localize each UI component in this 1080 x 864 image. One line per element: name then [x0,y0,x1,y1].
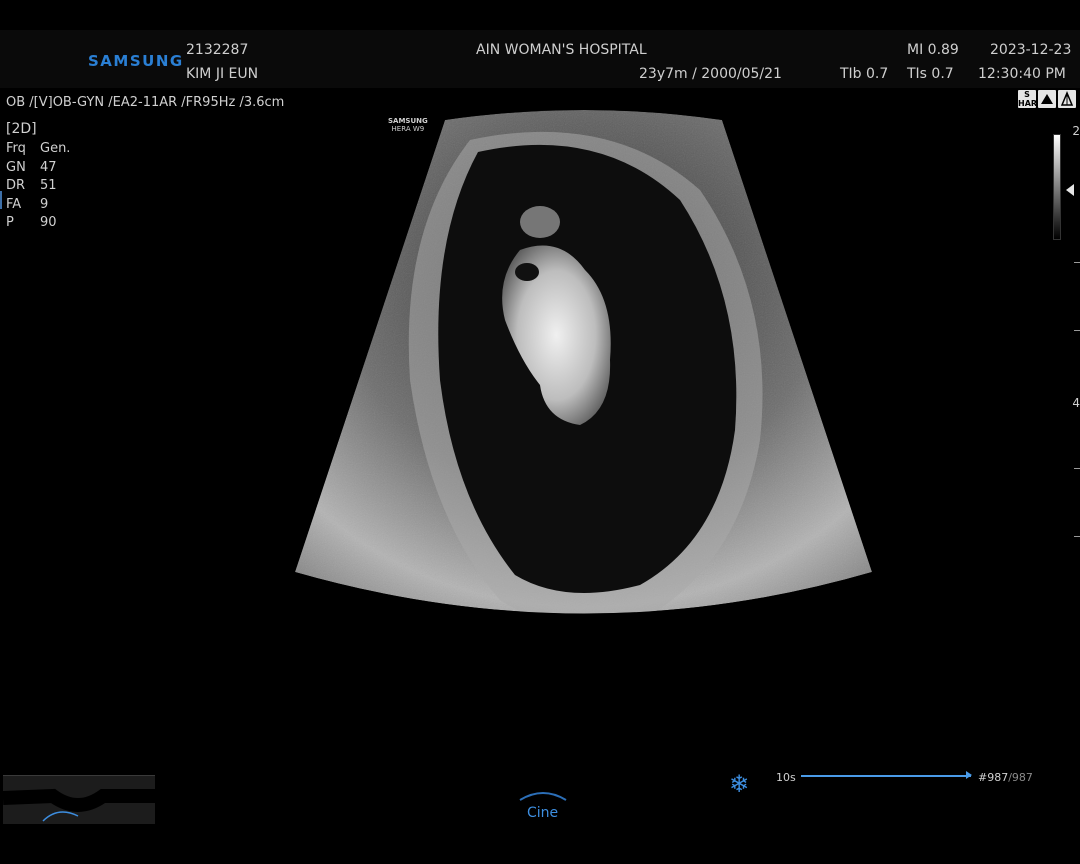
focus-marker-icon[interactable] [1066,184,1074,196]
ultrasound-image[interactable] [0,0,1080,864]
thumbnail-curve [3,788,155,822]
cine-frame-total: /987 [1008,771,1033,784]
depth-label-mid: 4 [1072,396,1080,410]
depth-tick [1074,330,1080,331]
freeze-snowflake-icon[interactable]: ❄ [729,772,749,796]
cine-frame-current: #987 [978,771,1009,784]
cine-progress-fill [801,775,971,777]
depth-tick [1074,262,1080,263]
cine-progress-bar[interactable] [801,775,971,777]
cine-scrubber-handle[interactable] [966,771,972,779]
cine-button[interactable]: Cine [527,805,558,821]
cine-frame-counter: #987/987 [978,771,1033,784]
device-watermark: SAMSUNG HERA W9 [388,117,428,133]
cine-arc-icon[interactable] [518,788,568,802]
depth-tick [1074,468,1080,469]
depth-tick [1074,536,1080,537]
depth-label-top: 2 [1072,124,1080,138]
reference-thumbnail[interactable] [3,775,155,824]
cine-duration: 10s [776,771,796,784]
grayscale-bar [1053,134,1061,240]
